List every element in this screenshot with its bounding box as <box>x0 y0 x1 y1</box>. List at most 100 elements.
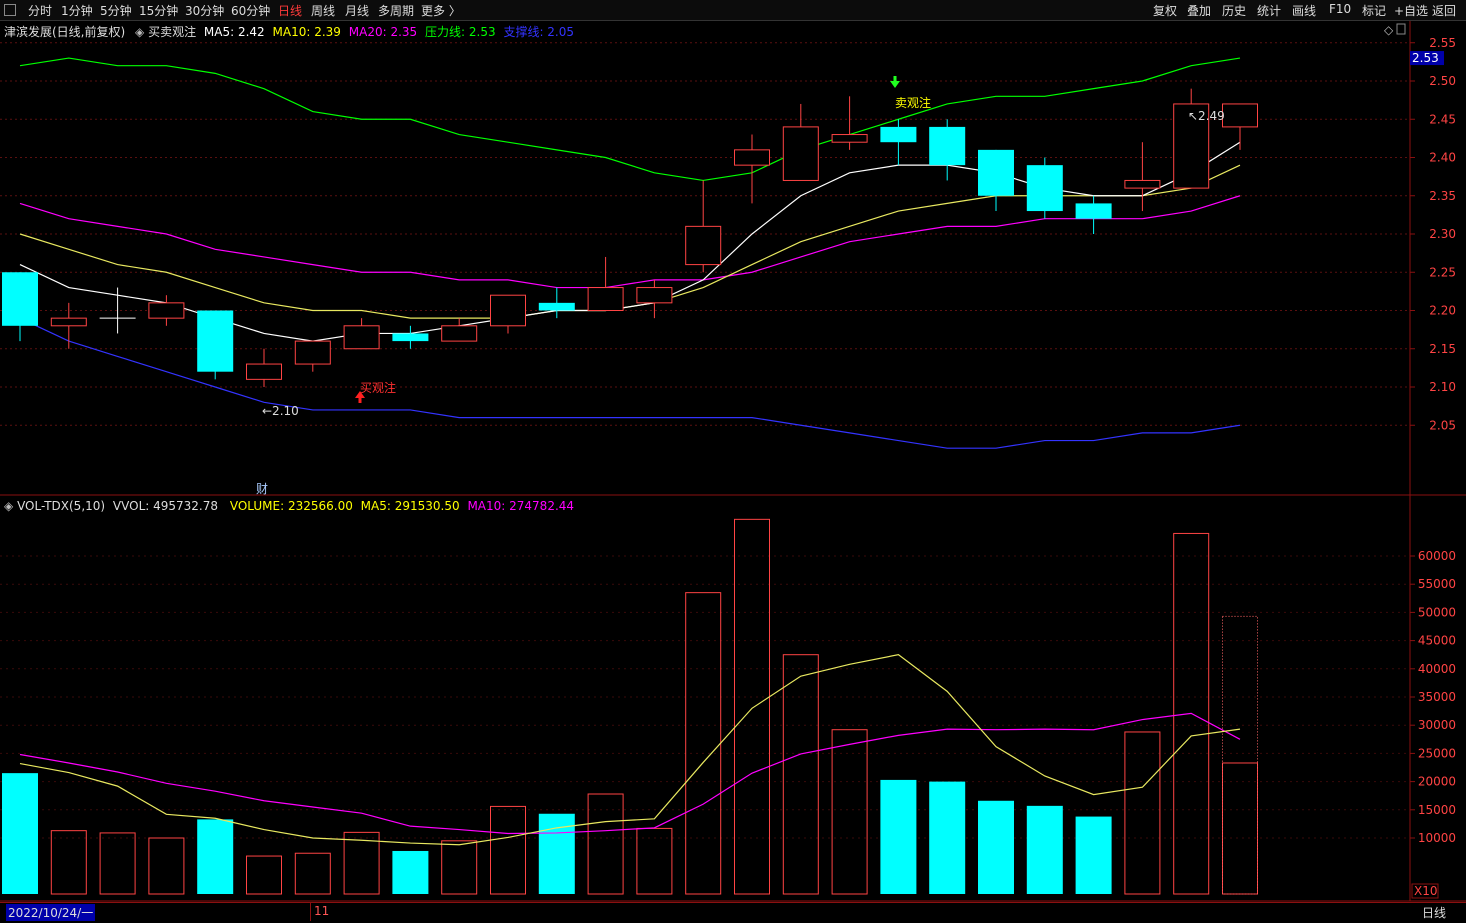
kline-chart[interactable]: 2.05 2.10 2.15 2.20 2.25 2.30 2.35 2.40 2.45 2.50… <box>0 21 1466 920</box>
volume-tick-1: 15000 <box>1418 803 1456 817</box>
volume-tick-9: 55000 <box>1418 577 1456 591</box>
price-tick-0: 2.05 <box>1429 418 1456 432</box>
candle-body-22 <box>1075 203 1112 219</box>
indicator-name[interactable]: 买卖观注 <box>148 25 196 39</box>
sell-arrow-icon <box>890 76 900 88</box>
candle-body-21 <box>1026 165 1063 212</box>
panel-toggle-icon <box>1396 23 1406 35</box>
candle-body-9 <box>441 325 478 342</box>
volume-tick-5: 35000 <box>1418 690 1456 704</box>
tab-5[interactable]: 60分钟 <box>231 2 270 19</box>
vol-unit-label: X10 <box>1414 884 1438 898</box>
volume-tick-8: 50000 <box>1418 605 1456 619</box>
volume-bar-20 <box>978 800 1014 894</box>
volume-bar-25 <box>1222 762 1258 895</box>
price-tick-4: 2.25 <box>1429 265 1456 279</box>
volume-tick-3: 25000 <box>1418 746 1456 760</box>
price-tick-6: 2.35 <box>1429 189 1456 203</box>
volume-bar-22 <box>1075 816 1112 894</box>
volume-tick-2: 20000 <box>1418 775 1456 789</box>
volume-value: VOLUME: 232566.00 <box>229 499 353 513</box>
volume-bar-2 <box>99 832 136 895</box>
volume-ma5-value: MA5: 291530.50 <box>360 499 460 513</box>
candle-body-3 <box>148 302 185 319</box>
toolbar-button-0[interactable]: 复权 <box>1153 2 1177 19</box>
candle-body-0 <box>2 272 38 326</box>
candle-body-1 <box>50 317 87 327</box>
candle-body-18 <box>880 126 917 143</box>
volume-indicator-name[interactable]: VOL-TDX(5,10) <box>17 499 105 513</box>
volume-ma10-value: MA10: 274782.44 <box>467 499 575 513</box>
tab-10[interactable]: 更多 〉 <box>421 2 461 19</box>
stock-name[interactable]: 津滨发展(日线,前复权) <box>4 25 125 39</box>
current-price-label: 2.53 <box>1412 51 1439 65</box>
candle-body-16 <box>782 126 819 181</box>
indicator-icon[interactable]: ◈ <box>4 499 13 513</box>
buy-signal-label: 买观注 <box>360 380 396 395</box>
indicator-icon[interactable]: ◈ <box>135 25 144 39</box>
candle-body-5 <box>246 363 282 380</box>
candle-body-20 <box>978 149 1014 196</box>
price-tick-1: 2.10 <box>1429 380 1456 394</box>
price-tick-2: 2.15 <box>1429 342 1456 356</box>
tab-6[interactable]: 日线 <box>278 2 302 19</box>
toolbar-button-3[interactable]: 统计 <box>1257 2 1281 19</box>
volume-bar-17 <box>831 729 868 895</box>
volume-tick-10: 60000 <box>1418 549 1456 563</box>
volume-bar-7 <box>343 831 380 895</box>
period-label[interactable]: 日线 <box>1422 904 1446 921</box>
price-tick-3: 2.20 <box>1429 304 1456 318</box>
toolbar-button-6[interactable]: 标记 <box>1362 2 1386 19</box>
tab-1[interactable]: 1分钟 <box>61 2 93 19</box>
price-tick-8: 2.45 <box>1429 112 1456 126</box>
volume-info-line: ◈ VOL-TDX(5,10) VVOL: 495732.78 VOLUME: … <box>4 499 574 513</box>
vvol-value: VVOL: 495732.78 <box>112 499 219 513</box>
volume-bar-10 <box>490 805 526 895</box>
chart-area: 2.05 2.10 2.15 2.20 2.25 2.30 2.35 2.40 2.45 2.50… <box>0 21 1466 920</box>
sell-signal-label: 卖观注 <box>895 95 931 110</box>
finance-event-marker: 财 <box>256 482 268 496</box>
price-info-line: 津滨发展(日线,前复权) ◈ 买卖观注 MA5: 2.42 MA10: 2.39… <box>4 23 574 40</box>
toolbar-button-8[interactable]: 返回 <box>1432 2 1456 19</box>
toolbar-button-4[interactable]: 画线 <box>1292 2 1316 19</box>
window-icon[interactable] <box>4 4 16 16</box>
toolbar-button-1[interactable]: 叠加 <box>1187 2 1211 19</box>
candle-body-13 <box>636 287 673 304</box>
tab-4[interactable]: 30分钟 <box>185 2 224 19</box>
ma5-value: MA5: 2.42 <box>203 25 265 39</box>
price-tick-5: 2.30 <box>1429 227 1456 241</box>
volume-bar-14 <box>685 592 722 895</box>
candle-body-15 <box>734 149 770 166</box>
price-tick-7: 2.40 <box>1429 151 1456 165</box>
volume-bar-8 <box>392 850 429 894</box>
volume-tick-6: 40000 <box>1418 662 1456 676</box>
candle-body-19 <box>929 126 966 166</box>
volume-tick-4: 30000 <box>1418 718 1456 732</box>
price-tick-9: 2.50 <box>1429 74 1456 88</box>
candle-body-10 <box>490 294 526 327</box>
toolbar-button-2[interactable]: 历史 <box>1222 2 1246 19</box>
candle-body-25 <box>1222 103 1258 128</box>
tab-9[interactable]: 多周期 <box>378 2 414 19</box>
tab-7[interactable]: 周线 <box>311 2 335 19</box>
tab-0[interactable]: 分时 <box>28 2 52 19</box>
toolbar-button-5[interactable]: F10 <box>1329 2 1351 16</box>
volume-tick-7: 45000 <box>1418 634 1456 648</box>
candle-body-6 <box>294 340 331 365</box>
candle-body-4 <box>197 310 234 372</box>
candle-body-12 <box>587 287 624 311</box>
projected-volume-bar <box>1222 615 1258 895</box>
volume-tick-0: 10000 <box>1418 831 1456 845</box>
candle-body-14 <box>685 225 722 266</box>
volume-bar-1 <box>50 830 87 895</box>
date-axis-bar: 2022/10/24/一 11 日线 <box>0 902 1466 921</box>
tab-8[interactable]: 月线 <box>345 2 369 19</box>
toolbar-button-7[interactable]: +自选 <box>1394 2 1428 19</box>
tab-2[interactable]: 5分钟 <box>100 2 132 19</box>
tab-3[interactable]: 15分钟 <box>139 2 178 19</box>
candle-body-23 <box>1124 179 1161 189</box>
volume-bar-12 <box>587 793 624 895</box>
volume-bar-16 <box>782 654 819 895</box>
candle-body-8 <box>392 333 429 342</box>
volume-bar-3 <box>148 837 185 895</box>
